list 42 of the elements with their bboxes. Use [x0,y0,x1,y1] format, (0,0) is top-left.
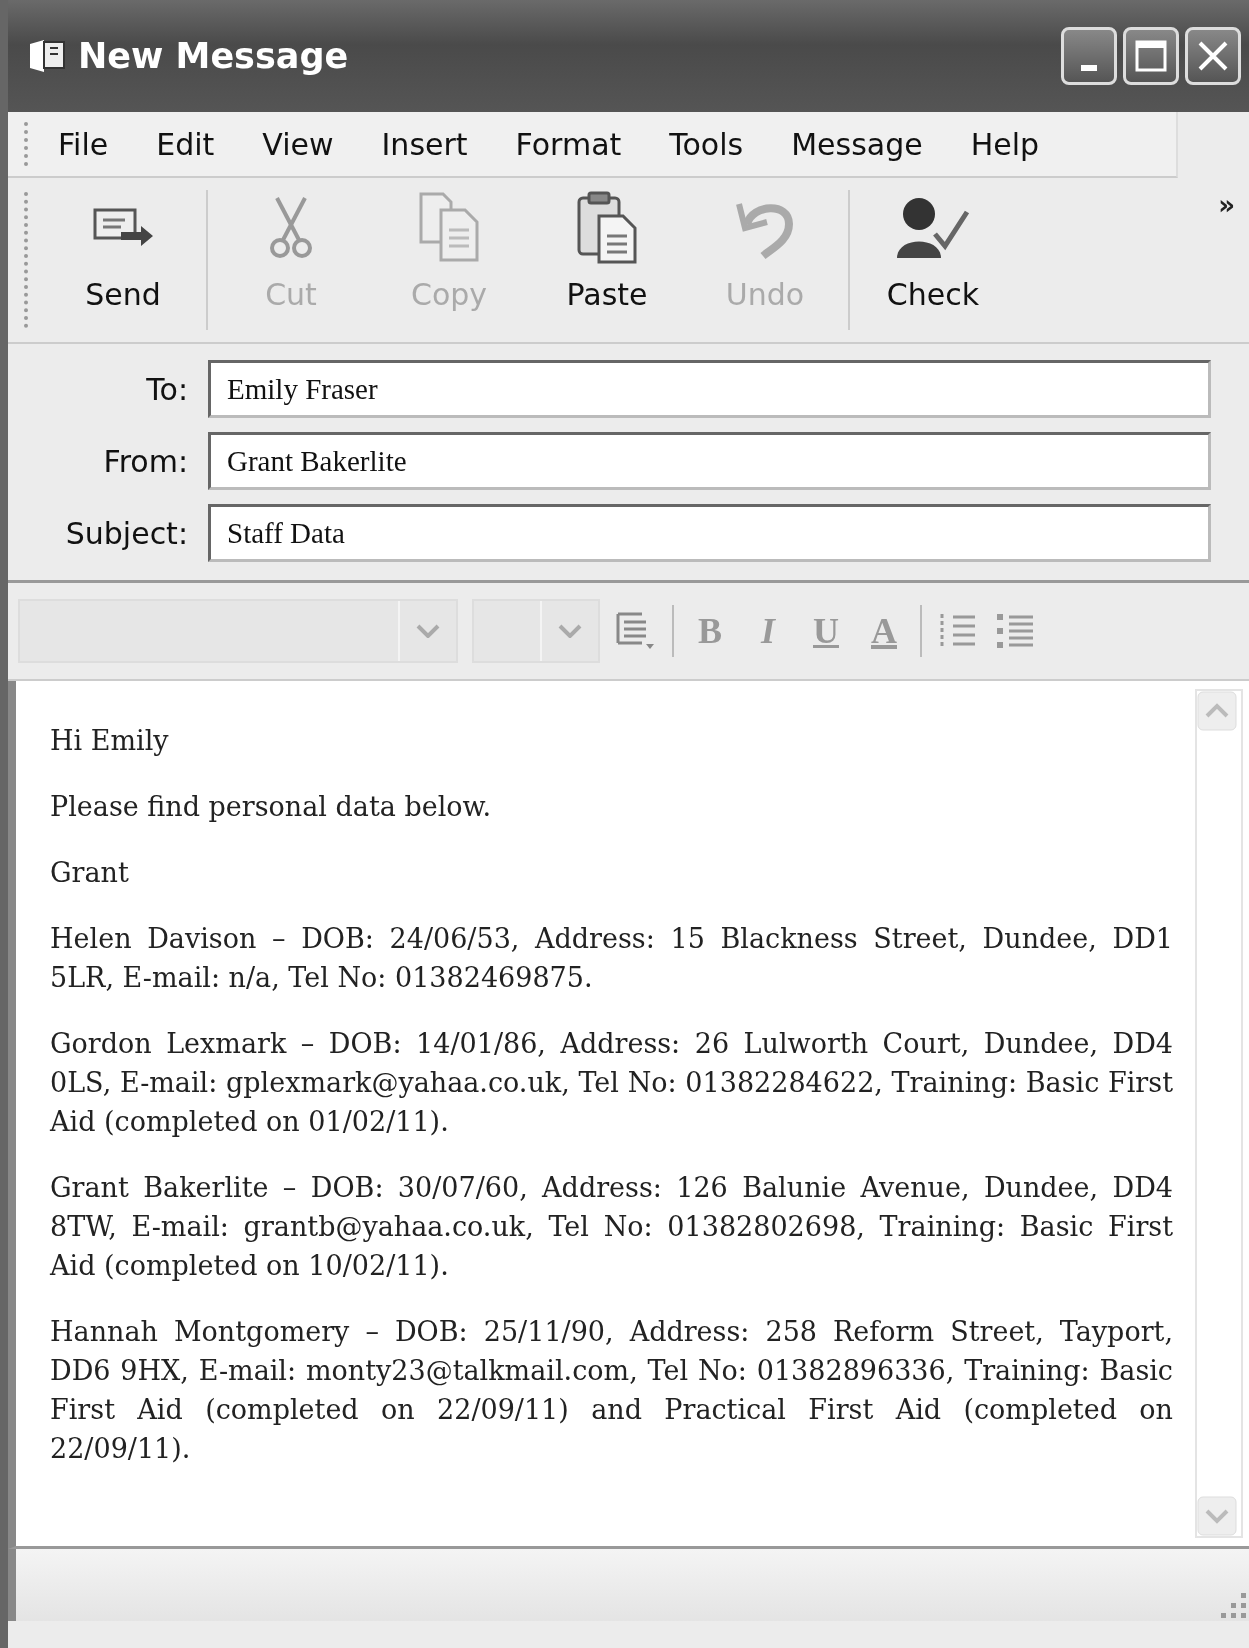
message-paragraph: Hannah Montgomery – DOB: 25/11/90, Address: 258 Reform Street, Tayport, DD6 9HX, E-mail: monty23@talkmail.com, Tel No: 01382896336, Training: Basic First Aid (completed on 22/09/11) and Practical First Aid (completed on 22/09/11). [50,1315,1173,1466]
minimize-icon [1081,65,1097,71]
menu-item[interactable]: Help [970,126,1040,162]
maximize-icon [1134,39,1168,73]
minimize-button[interactable] [1061,27,1117,85]
bullet-list-icon [997,612,1035,650]
chevron-down-icon [558,624,582,638]
message-paragraph: Grant [50,856,130,890]
scroll-down-button[interactable] [1197,1496,1237,1536]
message-paragraph: Helen Davison – DOB: 24/06/53, Address: 15 Blackness Street, Dundee, DD1 5LR, E-mail: n/a, Tel No: 01382469875. [50,922,1173,995]
scroll-up-button[interactable] [1197,691,1237,731]
toolbar-overflow-button[interactable]: » [1218,190,1235,220]
document-icon [28,38,66,74]
message-paragraph: Grant Bakerlite – DOB: 30/07/60, Address: 126 Balunie Avenue, Dundee, DD4 8TW, E-mail: grantb@yahaa.co.uk, Tel No: 01382802698, Training: Basic First Aid (completed on 10/02/11). [50,1171,1173,1283]
close-icon [1196,39,1230,73]
message-paragraph: Hi Emily [50,724,170,758]
align-icon [616,611,656,651]
menu-item[interactable]: Edit [156,126,215,162]
close-button[interactable] [1185,27,1241,85]
input-field[interactable]: Emily Fraser [208,360,1211,418]
menu-item[interactable]: Insert [381,126,468,162]
field-label: To: [145,371,189,407]
paste-button[interactable]: Paste [528,178,686,342]
menu-item[interactable]: File [58,126,109,162]
menu-item[interactable]: Tools [669,126,744,162]
message-paragraph: Please find personal data below. [50,790,493,824]
menu-item[interactable]: View [262,126,334,162]
send-button[interactable]: Send [44,178,202,342]
field-label: From: [102,443,189,479]
window-title: New Message [78,36,350,76]
maximize-button[interactable] [1123,27,1179,85]
clipboard-icon [575,190,639,264]
pages-icon [417,190,481,264]
menu-item[interactable]: Format [515,126,622,162]
check-button[interactable]: Check [854,178,1012,342]
input-field[interactable]: Grant Bakerlite [208,432,1211,490]
chevron-down-icon [416,624,440,638]
scissors-icon [269,194,313,260]
input-field[interactable]: Staff Data [208,504,1211,562]
message-paragraph: Gordon Lexmark – DOB: 14/01/86, Address: 26 Lulworth Court, Dundee, DD4 0LS, E-mail: gplexmark@yahaa.co.uk, Tel No: 01382284622, Training: Basic First Aid (completed on 01/02/11). [50,1027,1173,1139]
field-label: Subject: [64,515,189,551]
menu-item[interactable]: Message [791,126,923,162]
